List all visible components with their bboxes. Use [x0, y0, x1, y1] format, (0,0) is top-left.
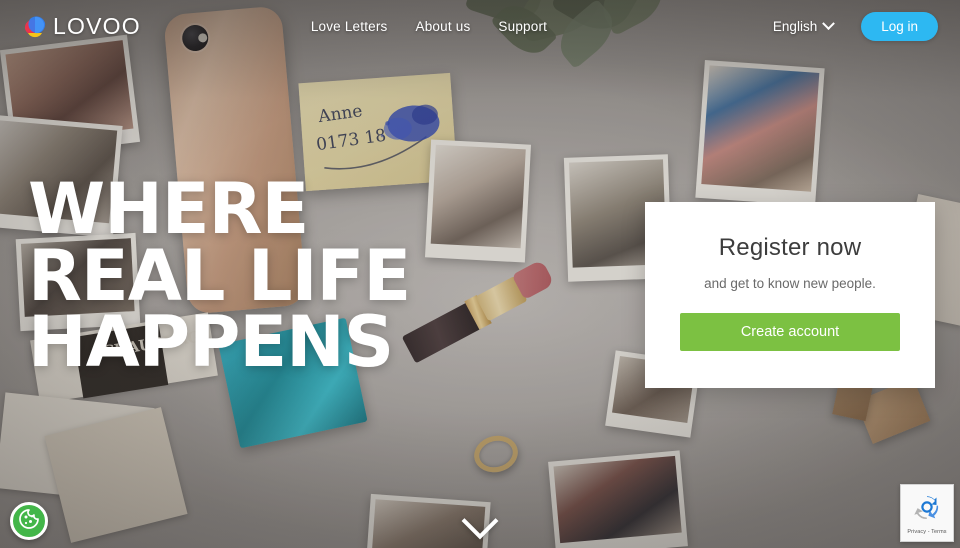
- hero-headline: WHERE REAL LIFE HAPPENS: [28, 168, 411, 383]
- headline-line-3: HAPPENS: [28, 301, 394, 383]
- nav-about-us[interactable]: About us: [416, 19, 471, 34]
- top-bar-right: English Log in: [772, 11, 938, 41]
- brand-name: LOVOO: [53, 12, 141, 39]
- nav-love-letters[interactable]: Love Letters: [311, 19, 388, 34]
- language-selector[interactable]: English: [772, 16, 836, 34]
- lipstick: [398, 255, 558, 365]
- scroll-down-indicator[interactable]: [461, 502, 499, 540]
- cookie-icon: [18, 508, 40, 535]
- note-line-1: Anne: [316, 101, 364, 127]
- nav-support[interactable]: Support: [498, 19, 547, 34]
- main-nav: Love Letters About us Support: [311, 19, 547, 34]
- lovoo-heart-logo-icon: [22, 13, 48, 39]
- language-label: English: [772, 18, 818, 34]
- photo-print: [695, 59, 825, 207]
- wedding-ring: [470, 431, 522, 477]
- photo-print: [548, 450, 688, 548]
- register-card-subtitle: and get to know new people.: [704, 276, 876, 291]
- recaptcha-privacy-terms[interactable]: Privacy - Terms: [907, 529, 946, 535]
- headline-line-1: WHERE: [28, 168, 309, 250]
- brand-logo[interactable]: LOVOO: [22, 13, 141, 40]
- register-card-title: Register now: [718, 234, 862, 261]
- cookie-consent-button[interactable]: [10, 502, 48, 540]
- recaptcha-icon: [912, 492, 942, 527]
- chevron-down-icon: [461, 502, 499, 540]
- create-account-button[interactable]: Create account: [680, 313, 900, 351]
- register-card: Register now and get to know new people.…: [645, 202, 935, 388]
- chevron-down-icon: [822, 16, 836, 30]
- photo-print: [424, 139, 532, 263]
- note-line-2: 0173 18: [315, 126, 387, 156]
- login-button[interactable]: Log in: [861, 11, 938, 41]
- headline-line-2: REAL LIFE: [28, 234, 411, 317]
- top-navigation-bar: LOVOO Love Letters About us Support Engl…: [0, 0, 960, 52]
- recaptcha-badge[interactable]: Privacy - Terms: [900, 484, 954, 542]
